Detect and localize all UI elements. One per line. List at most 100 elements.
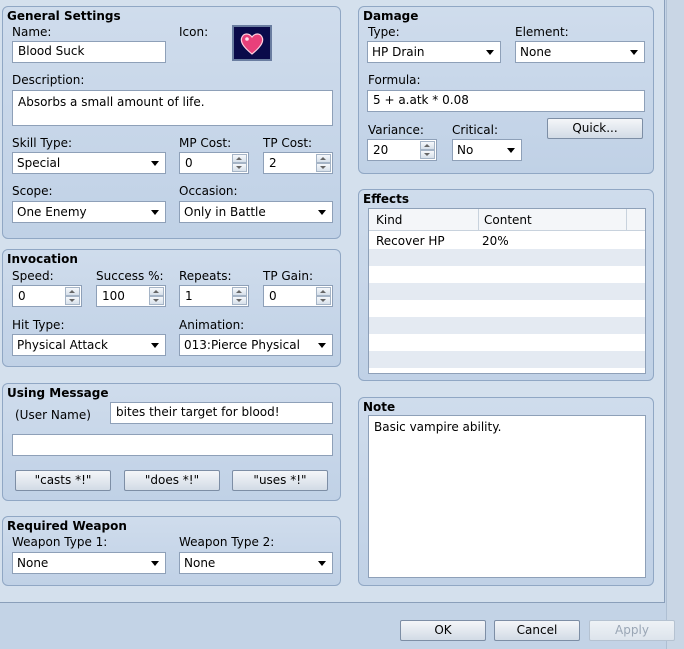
increment-button[interactable] xyxy=(65,287,80,296)
does-button[interactable]: "does *!" xyxy=(124,470,220,491)
decrement-button[interactable] xyxy=(65,296,80,305)
column-header-kind[interactable]: Kind xyxy=(376,213,402,227)
chevron-down-icon xyxy=(151,561,159,566)
decrement-button[interactable] xyxy=(232,163,247,172)
repeats-stepper[interactable]: 1 xyxy=(179,285,249,307)
animation-value: 013:Pierce Physical xyxy=(184,338,300,352)
mp-cost-stepper[interactable]: 0 xyxy=(179,152,249,174)
name-input[interactable]: Blood Suck xyxy=(12,41,166,63)
hit-type-label: Hit Type: xyxy=(12,318,65,332)
weapon-type2-value: None xyxy=(184,556,216,570)
repeats-value: 1 xyxy=(185,289,193,303)
table-row[interactable] xyxy=(369,317,645,334)
damage-type-dropdown[interactable]: HP Drain xyxy=(367,41,501,63)
chevron-down-icon xyxy=(151,210,159,215)
note-input[interactable]: Basic vampire ability. xyxy=(368,415,646,578)
cancel-button[interactable]: Cancel xyxy=(494,620,580,641)
critical-label: Critical: xyxy=(452,123,499,137)
column-header-content[interactable]: Content xyxy=(484,213,532,227)
repeats-label: Repeats: xyxy=(179,269,232,283)
table-row[interactable] xyxy=(369,249,645,266)
increment-button[interactable] xyxy=(149,287,164,296)
chevron-down-icon xyxy=(318,210,326,215)
element-dropdown[interactable]: None xyxy=(515,41,645,63)
skill-type-label: Skill Type: xyxy=(12,136,72,150)
uses-button[interactable]: "uses *!" xyxy=(232,470,328,491)
damage-type-value: HP Drain xyxy=(372,45,425,59)
using-message-title: Using Message xyxy=(7,386,109,400)
icon-selector[interactable] xyxy=(232,25,272,61)
success-label: Success %: xyxy=(96,269,164,283)
formula-input[interactable]: 5 + a.atk * 0.08 xyxy=(367,90,645,112)
decrement-button[interactable] xyxy=(232,296,247,305)
icon-label: Icon: xyxy=(179,25,209,39)
effects-title: Effects xyxy=(363,192,410,206)
effects-panel: Effects Kind Content Recover HP 20% xyxy=(358,189,654,381)
decrement-button[interactable] xyxy=(420,150,435,159)
decrement-button[interactable] xyxy=(149,296,164,305)
hit-type-value: Physical Attack xyxy=(17,338,108,352)
name-label: Name: xyxy=(12,25,52,39)
decrement-button[interactable] xyxy=(316,296,331,305)
table-row[interactable] xyxy=(369,334,645,351)
skill-type-dropdown[interactable]: Special xyxy=(12,152,166,174)
hit-type-dropdown[interactable]: Physical Attack xyxy=(12,334,166,356)
increment-button[interactable] xyxy=(316,287,331,296)
speed-stepper[interactable]: 0 xyxy=(12,285,82,307)
variance-value: 20 xyxy=(373,143,389,157)
note-title: Note xyxy=(363,400,396,414)
apply-button[interactable]: Apply xyxy=(589,620,675,641)
speed-value: 0 xyxy=(18,289,26,303)
effects-table-header: Kind Content xyxy=(369,209,645,231)
critical-dropdown[interactable]: No xyxy=(452,139,522,161)
weapon-type1-dropdown[interactable]: None xyxy=(12,552,166,574)
chevron-down-icon xyxy=(318,343,326,348)
tp-cost-stepper[interactable]: 2 xyxy=(263,152,333,174)
table-row[interactable] xyxy=(369,351,645,368)
increment-button[interactable] xyxy=(232,287,247,296)
occasion-dropdown[interactable]: Only in Battle xyxy=(179,201,333,223)
skill-editor-area: General Settings Name: Blood Suck Icon: … xyxy=(0,0,665,603)
general-settings-panel: General Settings Name: Blood Suck Icon: … xyxy=(2,6,341,239)
scope-value: One Enemy xyxy=(17,205,87,219)
decrement-button[interactable] xyxy=(316,163,331,172)
table-row[interactable] xyxy=(369,266,645,283)
invocation-panel: Invocation Speed: 0 Success %: 100 Repea… xyxy=(2,249,341,367)
effects-table[interactable]: Kind Content Recover HP 20% xyxy=(368,208,646,374)
tp-cost-label: TP Cost: xyxy=(263,136,313,150)
table-row[interactable] xyxy=(369,300,645,317)
tp-gain-stepper[interactable]: 0 xyxy=(263,285,333,307)
ok-button[interactable]: OK xyxy=(400,620,486,641)
casts-button[interactable]: "casts *!" xyxy=(15,470,111,491)
tp-cost-value: 2 xyxy=(269,156,277,170)
increment-button[interactable] xyxy=(420,141,435,150)
chevron-down-icon xyxy=(151,343,159,348)
chevron-down-icon xyxy=(486,50,494,55)
occasion-value: Only in Battle xyxy=(184,205,266,219)
element-label: Element: xyxy=(515,25,569,39)
animation-dropdown[interactable]: 013:Pierce Physical xyxy=(179,334,333,356)
occasion-label: Occasion: xyxy=(179,184,238,198)
damage-panel: Damage Type: HP Drain Element: None Form… xyxy=(358,6,654,174)
scope-dropdown[interactable]: One Enemy xyxy=(12,201,166,223)
tp-gain-label: TP Gain: xyxy=(263,269,314,283)
animation-label: Animation: xyxy=(179,318,245,332)
success-stepper[interactable]: 100 xyxy=(96,285,166,307)
description-label: Description: xyxy=(12,73,85,87)
table-row[interactable]: Recover HP 20% xyxy=(369,232,645,249)
using-message-panel: Using Message (User Name) bites their ta… xyxy=(2,383,341,501)
vertical-scrollbar[interactable] xyxy=(666,0,684,649)
description-input[interactable]: Absorbs a small amount of life. xyxy=(12,90,333,126)
increment-button[interactable] xyxy=(316,154,331,163)
table-row[interactable] xyxy=(369,283,645,300)
increment-button[interactable] xyxy=(232,154,247,163)
quick-button[interactable]: Quick... xyxy=(547,118,643,139)
message-line1-input[interactable]: bites their target for blood! xyxy=(110,402,333,424)
variance-stepper[interactable]: 20 xyxy=(367,139,437,161)
success-value: 100 xyxy=(102,289,125,303)
variance-label: Variance: xyxy=(368,123,424,137)
chevron-down-icon xyxy=(630,50,638,55)
heart-icon xyxy=(240,33,264,55)
weapon-type2-dropdown[interactable]: None xyxy=(179,552,333,574)
message-line2-input[interactable] xyxy=(12,434,333,456)
